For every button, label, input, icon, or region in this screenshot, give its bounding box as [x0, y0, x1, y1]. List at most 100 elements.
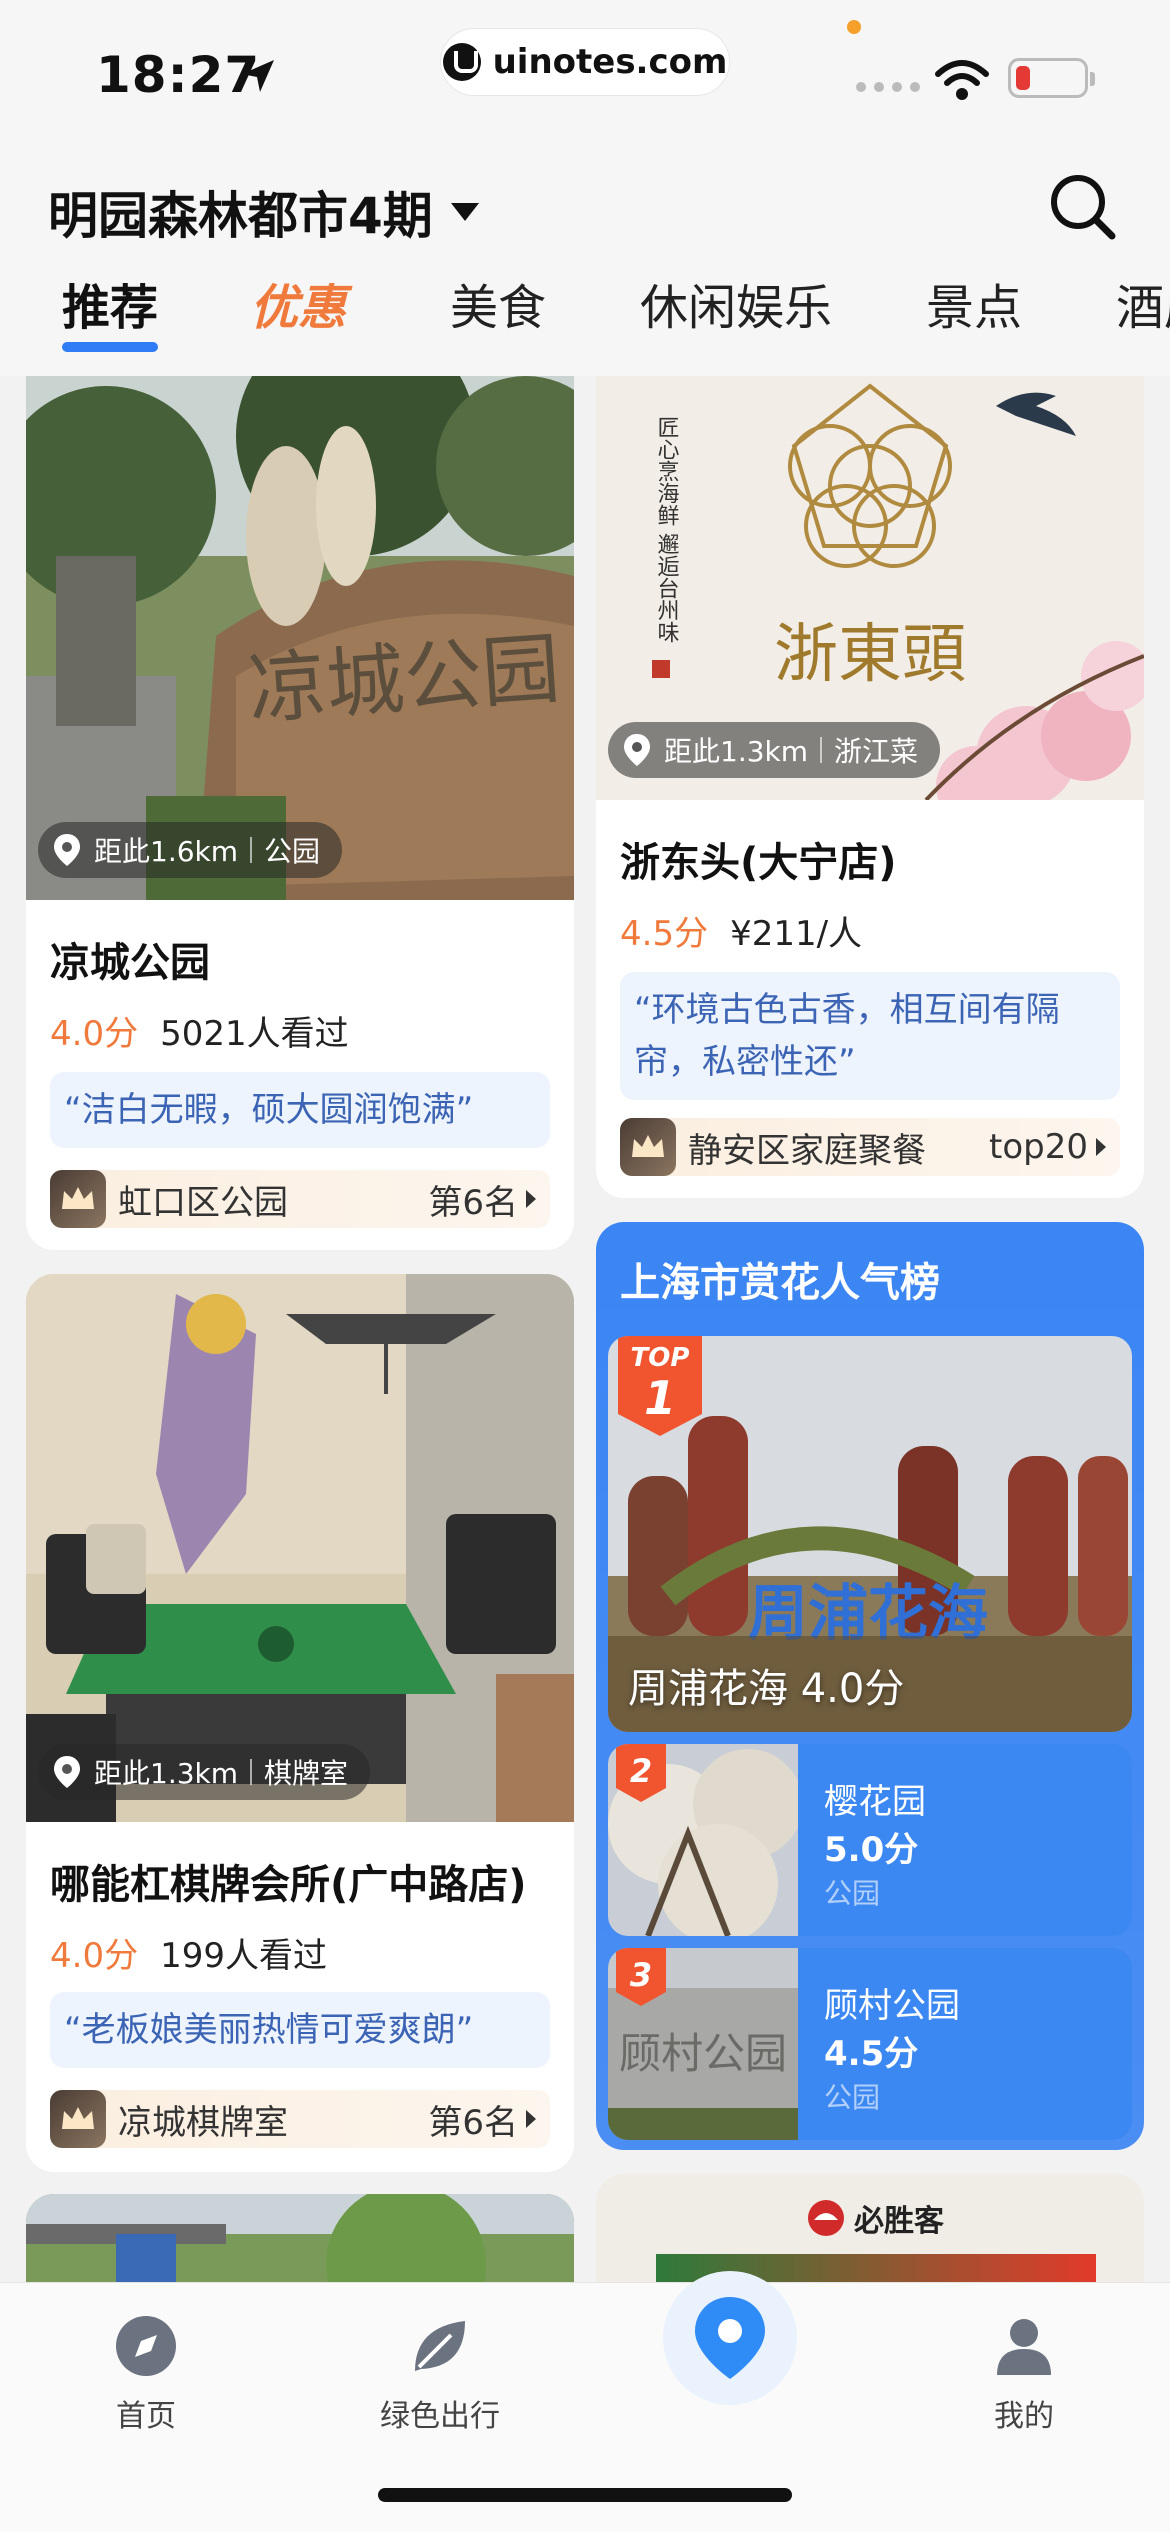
chevron-right-icon	[526, 2110, 536, 2128]
category-text: 棋牌室	[264, 1757, 349, 1790]
ranking-item-score: 5.0分	[824, 1830, 919, 1870]
ranking-name: 静安区家庭聚餐	[688, 1130, 926, 1171]
svg-text:1: 1	[644, 1371, 676, 1425]
tab-attractions[interactable]: 景点	[926, 268, 1022, 338]
place-card-restaurant[interactable]: 浙東頭 匠心烹海鲜 邂逅台州味 距此1.3km 浙江菜 浙东头(大宁店) 4.5…	[596, 376, 1144, 1198]
ranking-item-score: 4.5分	[824, 2034, 919, 2074]
status-bar: 18:27 uinotes.com	[0, 0, 1170, 150]
place-title: 哪能杠棋牌会所(广中路店)	[50, 1862, 527, 1908]
ranking-name: 虹口区公园	[118, 1182, 288, 1223]
review-quote: “洁白无暇，硕大圆润饱满”	[50, 1072, 550, 1148]
location-arrow-icon	[242, 60, 274, 92]
cellular-signal-icon	[856, 82, 920, 92]
restaurant-poem-text: 匠心烹海鲜 邂逅台州味	[654, 416, 680, 643]
restaurant-logo-text: 浙東頭	[774, 618, 966, 692]
distance-pill: 距此1.6km 公园	[38, 822, 343, 878]
ranking-item-type: 公园	[824, 2081, 881, 2114]
leaf-icon	[415, 2321, 465, 2371]
ranking-item-name: 樱花园	[824, 1782, 926, 1822]
review-quote: “老板娘美丽热情可爱爽朗”	[50, 1992, 550, 2068]
place-card-chess[interactable]: 距此1.3km 棋牌室 哪能杠棋牌会所(广中路店) 4.0分 199人看过 “老板…	[26, 1274, 574, 2172]
pizza-hut-logo-icon	[808, 2200, 844, 2236]
category-tabs: 推荐 优惠 美食 休闲娱乐 景点 酒店	[0, 258, 1170, 358]
chevron-right-icon	[1096, 1138, 1106, 1156]
ranking-bar[interactable]: 凉城棋牌室 第6名	[50, 2090, 550, 2148]
category-text: 浙江菜	[834, 735, 919, 768]
user-icon	[997, 2319, 1051, 2375]
map-pin-icon	[624, 734, 650, 766]
gucun-stone-text: 顾村公园	[619, 2029, 787, 2078]
svg-text:2: 2	[630, 1752, 652, 1790]
location-selector[interactable]: 明园森林都市4期	[48, 176, 479, 248]
crown-icon	[62, 1187, 94, 1209]
compass-icon	[116, 2316, 176, 2376]
flower-ranking-card[interactable]: 上海市赏花人气榜 周浦花海 TOP 1 周浦花海 4.0分 2 樱花园 5.0分…	[596, 1222, 1144, 2150]
ranking-position: 第6名	[428, 1182, 518, 1223]
place-score: 4.0分	[50, 1014, 139, 1054]
tab-recommend[interactable]: 推荐	[62, 268, 158, 338]
rank-3-badge: 3	[616, 1948, 666, 2006]
tab-food[interactable]: 美食	[450, 268, 546, 338]
wifi-icon	[935, 60, 989, 100]
map-pin-icon	[695, 2297, 765, 2379]
place-card-park[interactable]: 凉城公园 距此1.6km 公园 凉城公园 4.0分 5021人看过 “洁白无暇，硕…	[26, 376, 574, 1250]
map-pin-icon	[54, 1756, 80, 1788]
distance-text: 距此1.3km	[664, 735, 809, 768]
ranking-bar[interactable]: 静安区家庭聚餐 top20	[620, 1118, 1120, 1176]
search-icon[interactable]	[1046, 170, 1118, 242]
nav-label: 绿色出行	[380, 2399, 500, 2434]
distance-text: 距此1.3km	[94, 1757, 239, 1790]
tab-hotel[interactable]: 酒店	[1116, 268, 1170, 338]
svg-text:TOP: TOP	[631, 1343, 690, 1373]
home-indicator	[378, 2488, 792, 2502]
distance-pill: 距此1.3km 棋牌室	[38, 1744, 371, 1800]
place-title: 凉城公园	[50, 940, 210, 986]
nav-label: 我的	[994, 2399, 1054, 2434]
place-score: 4.0分	[50, 1936, 139, 1976]
svg-text:3: 3	[630, 1956, 652, 1994]
tab-leisure[interactable]: 休闲娱乐	[640, 268, 832, 338]
privacy-indicator-dot	[847, 20, 861, 34]
nav-profile[interactable]: 我的	[944, 2313, 1104, 2435]
ranking-item-3[interactable]: 顾村公园 3 顾村公园 4.5分 公园	[608, 1948, 1132, 2140]
place-meta: 4.0分 5021人看过	[50, 1006, 349, 1055]
nav-green-travel[interactable]: 绿色出行	[360, 2313, 520, 2435]
status-time: 18:27	[96, 46, 261, 104]
map-center-button[interactable]	[663, 2271, 797, 2405]
top1-label: 周浦花海 4.0分	[628, 1666, 905, 1712]
ranking-position: 第6名	[428, 2102, 518, 2143]
url-pill[interactable]: uinotes.com	[440, 28, 730, 96]
place-score: 4.5分	[620, 914, 709, 954]
ranking-item-2[interactable]: 2 樱花园 5.0分 公园	[608, 1744, 1132, 1936]
ranking-bar[interactable]: 虹口区公园 第6名	[50, 1170, 550, 1228]
place-views: 199人看过	[160, 1936, 327, 1976]
top1-badge: TOP 1	[618, 1336, 702, 1436]
location-name: 明园森林都市4期	[48, 187, 433, 245]
pizza-brand: 必胜客	[806, 2196, 944, 2240]
category-text: 公园	[264, 835, 321, 868]
review-quote: “环境古色古香，相互间有隔帘，私密性还”	[620, 972, 1120, 1100]
place-price: ¥211/人	[730, 914, 863, 954]
uinotes-logo-icon	[442, 43, 481, 81]
place-meta: 4.5分 ¥211/人	[620, 906, 862, 955]
chess-room-photo	[26, 1274, 574, 1822]
crown-icon	[632, 1135, 664, 1157]
chevron-right-icon	[526, 1190, 536, 1208]
battery-icon	[1008, 58, 1095, 98]
ranking-item-type: 公园	[824, 1877, 881, 1910]
ranking-top1[interactable]: 周浦花海 TOP 1 周浦花海 4.0分	[608, 1336, 1132, 1732]
distance-pill: 距此1.3km 浙江菜	[608, 722, 941, 778]
place-views: 5021人看过	[160, 1014, 349, 1054]
active-tab-indicator	[62, 342, 158, 352]
nav-home[interactable]: 首页	[66, 2313, 226, 2435]
ranking-position: top20	[989, 1127, 1088, 1167]
ranking-card-title: 上海市赏花人气榜	[620, 1260, 940, 1306]
app-screen: 18:27 uinotes.com 明园森林都市4期 推荐 优惠 美食 休闲娱乐	[0, 0, 1170, 2532]
rank-2-badge: 2	[616, 1744, 666, 1802]
place-meta: 4.0分 199人看过	[50, 1928, 327, 1977]
tab-discount[interactable]: 优惠	[250, 268, 346, 338]
ranking-item-name: 顾村公园	[824, 1986, 960, 2026]
ranking-name: 凉城棋牌室	[118, 2102, 288, 2143]
url-text: uinotes.com	[492, 42, 728, 82]
crown-icon	[62, 2107, 94, 2129]
